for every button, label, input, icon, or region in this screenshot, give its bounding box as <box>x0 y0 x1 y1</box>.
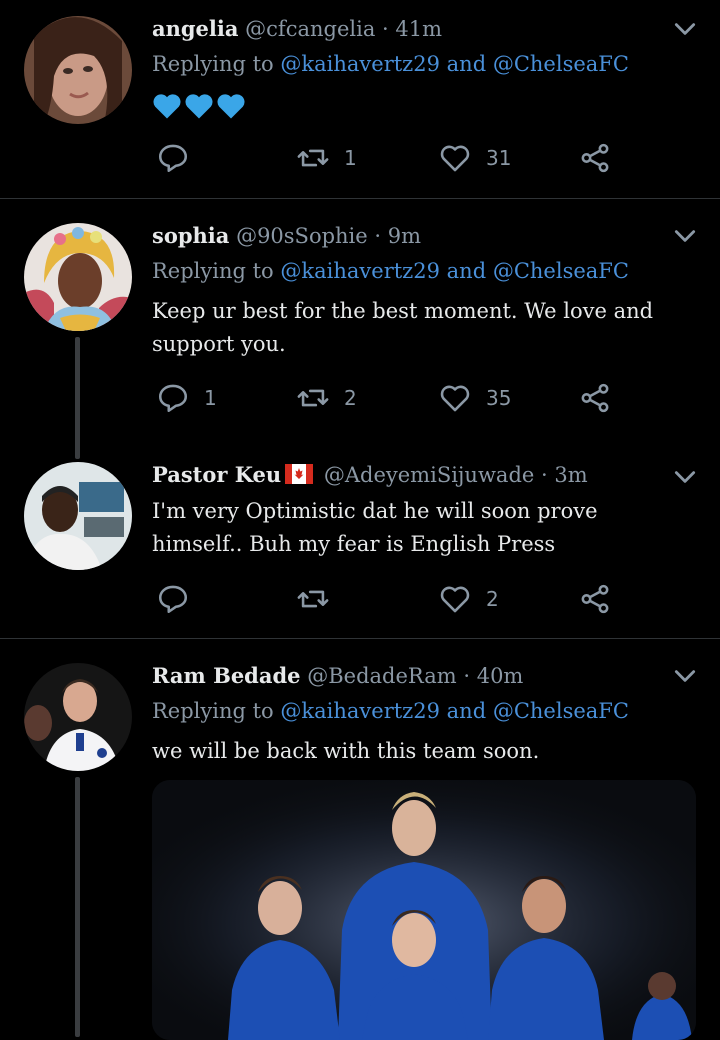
chevron-down-icon[interactable] <box>672 464 698 490</box>
like-count: 31 <box>486 146 512 170</box>
team-photo <box>152 780 696 1040</box>
tweet-header: angelia @cfcangelia · 41m <box>152 16 442 41</box>
separator: · <box>463 664 471 688</box>
tweet-text: Keep ur best for the best moment. We lov… <box>152 299 654 356</box>
replying-to: Replying to @kaihavertz29 and @ChelseaFC <box>152 699 629 723</box>
reply-button[interactable] <box>156 579 204 619</box>
retweet-icon <box>297 389 329 407</box>
reply-button[interactable]: 1 <box>156 378 217 418</box>
replying-to: Replying to @kaihavertz29 and @ChelseaFC <box>152 52 629 76</box>
share-icon <box>581 143 609 173</box>
tweet-actions: 1 31 <box>152 138 632 178</box>
tweet-header: sophia @90sSophie · 9m <box>152 223 421 248</box>
user-handle[interactable]: @90sSophie <box>236 224 368 248</box>
tweet-media-image[interactable] <box>152 780 696 1040</box>
reply-icon <box>158 585 188 614</box>
timestamp[interactable]: 41m <box>395 17 442 41</box>
tweet-text: 💙💙💙 <box>152 92 248 120</box>
tweet-text: I'm very Optimistic dat he will soon pro… <box>152 499 598 556</box>
mention-link[interactable]: @kaihavertz29 <box>280 259 440 283</box>
separator: · <box>541 463 548 487</box>
retweet-button[interactable]: 2 <box>296 378 357 418</box>
display-name[interactable]: Ram Bedade <box>152 663 301 688</box>
timestamp[interactable]: 9m <box>388 224 421 248</box>
tweet-2[interactable]: sophia @90sSophie · 9m Replying to @kaih… <box>0 199 720 459</box>
tweet-1[interactable]: angelia @cfcangelia · 41m Replying to @k… <box>0 0 720 198</box>
replying-to-label: Replying to <box>152 52 274 76</box>
share-icon <box>581 584 609 614</box>
separator: · <box>374 224 382 248</box>
retweet-count: 2 <box>344 386 357 410</box>
retweet-count: 1 <box>344 146 357 170</box>
heart-icon <box>440 385 470 412</box>
reply-button[interactable] <box>156 138 204 178</box>
blue-heart-emoji <box>153 94 181 119</box>
share-button[interactable] <box>578 378 612 418</box>
like-button[interactable]: 31 <box>438 138 511 178</box>
like-button[interactable]: 35 <box>438 378 511 418</box>
mention-and[interactable]: and <box>447 259 487 283</box>
replying-to-label: Replying to <box>152 699 274 723</box>
mention-link[interactable]: @kaihavertz29 <box>280 52 440 76</box>
mention-link[interactable]: @ChelseaFC <box>493 52 629 76</box>
tweet-header: Pastor Keu @AdeyemiSijuwade · 3m <box>152 462 588 487</box>
share-button[interactable] <box>578 579 612 619</box>
replying-to-label: Replying to <box>152 259 274 283</box>
avatar[interactable] <box>24 663 132 771</box>
avatar[interactable] <box>24 223 132 331</box>
avatar[interactable] <box>24 16 132 124</box>
separator: · <box>382 17 389 41</box>
display-name[interactable]: sophia <box>152 223 229 248</box>
tweet-header: Ram Bedade @BedadeRam · 40m <box>152 663 523 688</box>
mention-link[interactable]: @ChelseaFC <box>493 259 629 283</box>
timestamp[interactable]: 40m <box>477 664 524 688</box>
blue-heart-emoji <box>217 94 245 119</box>
reply-count: 1 <box>204 386 217 410</box>
retweet-button[interactable]: 1 <box>296 138 357 178</box>
user-handle[interactable]: @AdeyemiSijuwade <box>324 463 534 487</box>
heart-icon <box>440 586 470 613</box>
retweet-button[interactable] <box>296 579 344 619</box>
mention-link[interactable]: @ChelseaFC <box>493 699 629 723</box>
user-handle[interactable]: @BedadeRam <box>307 664 456 688</box>
replying-to: Replying to @kaihavertz29 and @ChelseaFC <box>152 259 629 283</box>
tweet-3[interactable]: Pastor Keu @AdeyemiSijuwade · 3m I'm ver… <box>0 440 720 638</box>
display-name[interactable]: Pastor Keu <box>152 462 281 487</box>
retweet-icon <box>297 149 329 167</box>
timestamp[interactable]: 3m <box>554 463 587 487</box>
mention-and[interactable]: and <box>447 52 487 76</box>
tweet-actions: 2 <box>152 579 632 619</box>
avatar[interactable] <box>24 462 132 570</box>
like-count: 35 <box>486 386 512 410</box>
share-button[interactable] <box>578 138 612 178</box>
chevron-down-icon[interactable] <box>672 16 698 42</box>
tweet-actions: 1 2 35 <box>152 378 632 418</box>
like-count: 2 <box>486 587 499 611</box>
mention-and[interactable]: and <box>447 699 487 723</box>
heart-icon <box>440 145 470 172</box>
reply-icon <box>158 144 188 173</box>
tweet-text: we will be back with this team soon. <box>152 739 540 763</box>
retweet-icon <box>297 590 329 608</box>
blue-heart-emoji <box>185 94 213 119</box>
canada-flag-icon <box>285 464 314 484</box>
like-button[interactable]: 2 <box>438 579 499 619</box>
thread-connector <box>75 777 80 1037</box>
mention-link[interactable]: @kaihavertz29 <box>280 699 440 723</box>
reply-icon <box>158 384 188 413</box>
chevron-down-icon[interactable] <box>672 223 698 249</box>
user-handle[interactable]: @cfcangelia <box>245 17 375 41</box>
display-name[interactable]: angelia <box>152 16 238 41</box>
chevron-down-icon[interactable] <box>672 663 698 689</box>
share-icon <box>581 383 609 413</box>
